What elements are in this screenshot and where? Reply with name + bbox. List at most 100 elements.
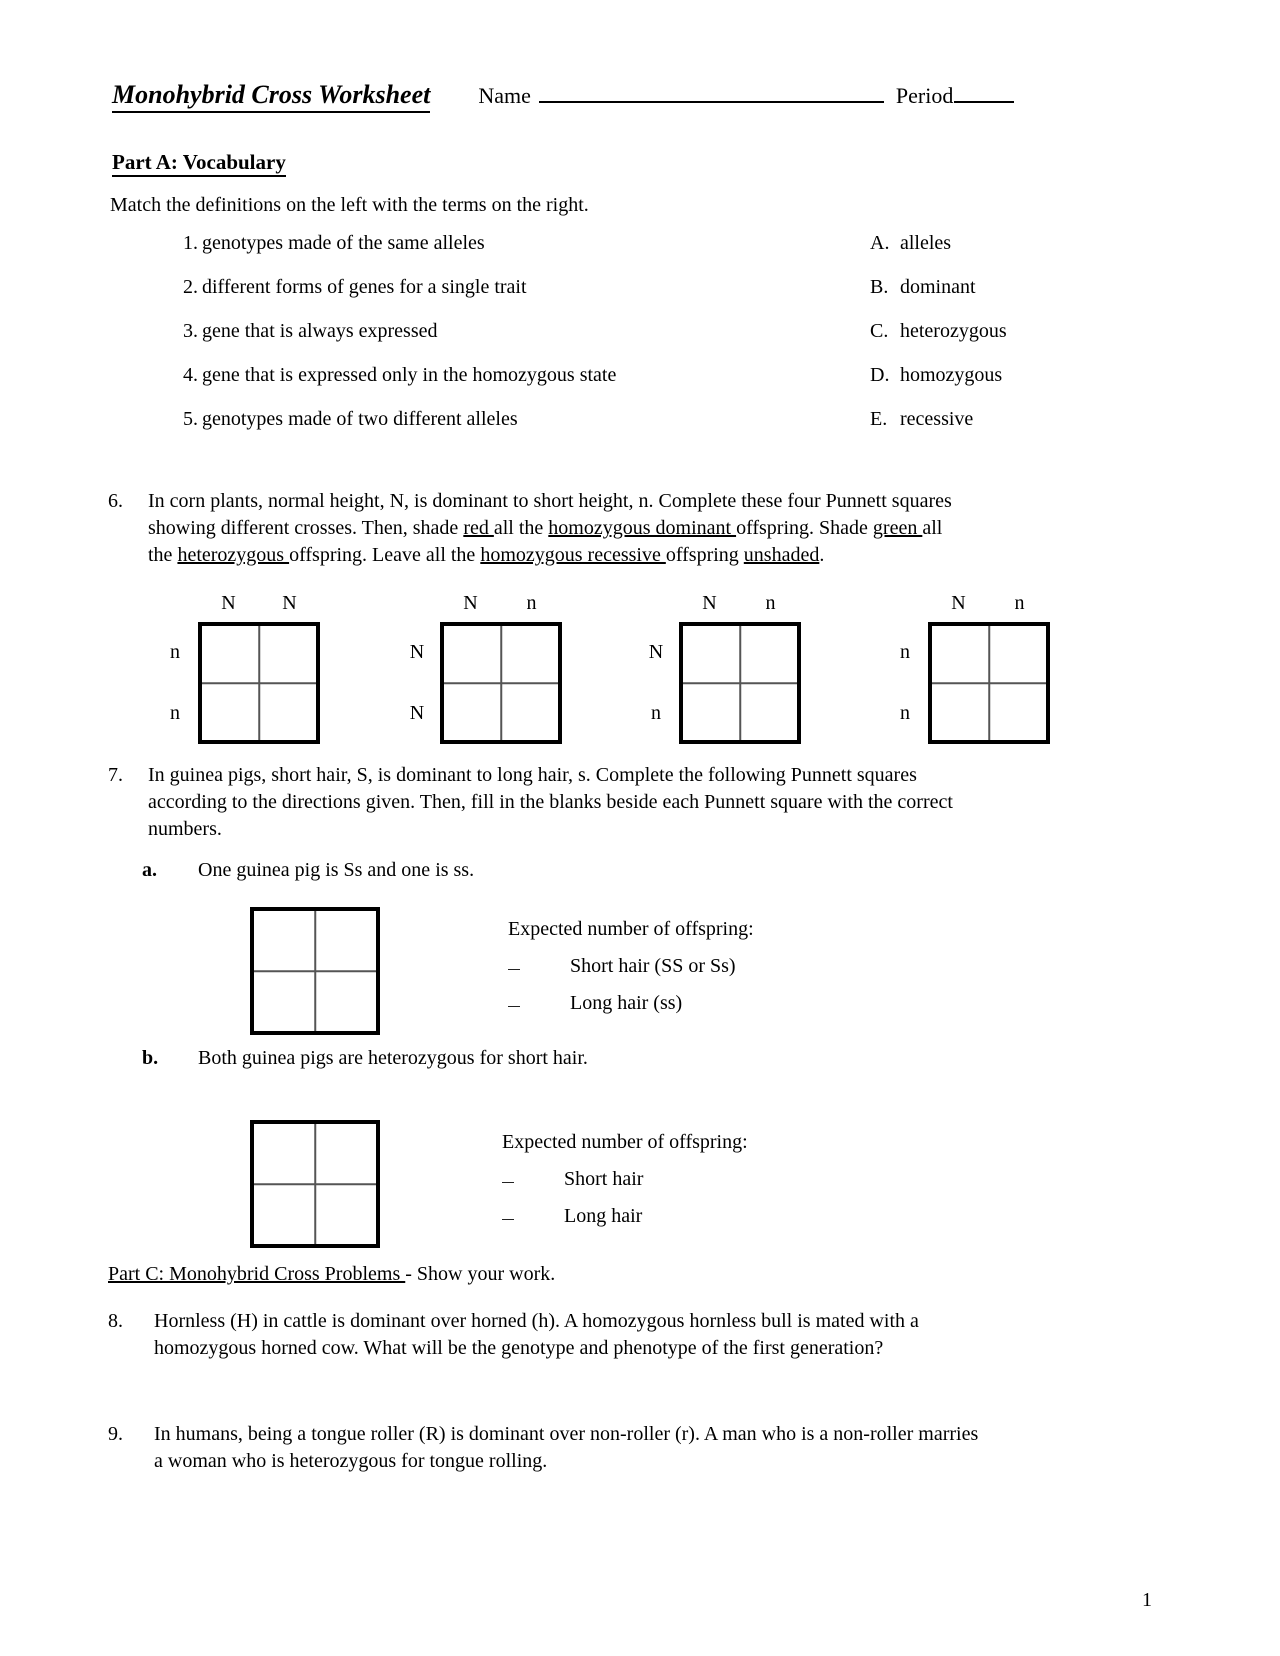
vocab-letter: E. [870, 408, 888, 430]
question-7a-text: One guinea pig is Ss and one is ss. [198, 859, 475, 881]
punnett-square-6-4[interactable]: N n n n [900, 592, 1050, 744]
punnett-column-labels: N N [198, 592, 320, 615]
q6-text-b: all the [493, 517, 549, 539]
question-6-body: In corn plants, normal height, N, is dom… [148, 488, 1108, 569]
punnett-column-labels: N n [679, 592, 801, 615]
expected-offspring-title: Expected number of offspring: [502, 1131, 748, 1153]
part-a-instruction: Match the definitions on the left with t… [110, 194, 589, 216]
question-8-body: Hornless (H) in cattle is dominant over … [154, 1308, 1118, 1362]
vocab-definition: genotypes made of the same alleles [202, 232, 485, 254]
expected-offspring-title: Expected number of offspring: [508, 918, 754, 940]
punnett-row-label: n [651, 702, 661, 724]
vocab-definition: different forms of genes for a single tr… [202, 276, 527, 298]
punnett-col-label: n [1014, 592, 1025, 614]
q6-text-g: offspring [665, 544, 744, 566]
vocab-term: heterozygous [900, 320, 1007, 342]
period-label: Period [895, 83, 954, 108]
blank-line[interactable] [508, 969, 520, 970]
punnett-col-label: n [765, 592, 776, 614]
q6-underline-homozygous-dominant: homozygous dominant [548, 517, 737, 539]
punnett-square-6-2[interactable]: N n N N [410, 592, 562, 744]
punnett-grid[interactable] [928, 622, 1050, 744]
punnett-row-labels: n n [892, 622, 918, 744]
question-8: 8. Hornless (H) in cattle is dominant ov… [108, 1308, 1118, 1362]
punnett-col-label: N [702, 592, 717, 614]
punnett-square-7b[interactable] [250, 1120, 380, 1248]
name-blank-line[interactable] [538, 81, 884, 103]
vocab-number: 3. [183, 320, 198, 342]
punnett-square-6-3[interactable]: N n N n [649, 592, 801, 744]
vocab-letter: C. [870, 320, 889, 342]
page-number: 1 [1142, 1589, 1152, 1611]
punnett-grid[interactable] [679, 622, 801, 744]
name-label: Name [478, 83, 531, 108]
question-7-body: In guinea pigs, short hair, S, is domina… [148, 762, 1108, 843]
q6-text-d: all [922, 517, 943, 539]
expected-offspring-label: Long hair (ss) [570, 992, 683, 1014]
vocabulary-match-list: 1. genotypes made of the same alleles A.… [170, 232, 1110, 452]
punnett-column-labels: N n [440, 592, 562, 615]
expected-offspring-label: Short hair [564, 1168, 644, 1190]
vocab-number: 1. [183, 232, 198, 254]
punnett-row-labels: n n [162, 622, 188, 744]
punnett-row-labels: N N [404, 622, 430, 744]
punnett-grid[interactable] [250, 907, 380, 1035]
part-c-heading-rest: - Show your work. [405, 1263, 556, 1285]
blank-line[interactable] [508, 1006, 520, 1007]
punnett-column-labels: N n [928, 592, 1050, 615]
vocab-row: 3. gene that is always expressed C. hete… [170, 320, 1110, 364]
punnett-row-label: n [170, 641, 180, 663]
punnett-grid[interactable] [198, 622, 320, 744]
q6-underline-red: red [463, 517, 494, 539]
vocab-row: 4. gene that is expressed only in the ho… [170, 364, 1110, 408]
question-9-line-2: a woman who is heterozygous for tongue r… [154, 1450, 548, 1472]
vocab-term: dominant [900, 276, 976, 298]
question-9-line-1: In humans, being a tongue roller (R) is … [154, 1423, 979, 1445]
expected-offspring-row: Short hair [502, 1168, 748, 1191]
question-9: 9. In humans, being a tongue roller (R) … [108, 1421, 1128, 1475]
question-6-line-2: showing different crosses. Then, shade r… [148, 515, 1108, 542]
question-8-number: 8. [108, 1310, 123, 1332]
question-6-line-1: In corn plants, normal height, N, is dom… [148, 490, 952, 512]
period-blank-line[interactable] [954, 83, 1015, 103]
punnett-square-7a[interactable] [250, 907, 380, 1035]
punnett-square-6-1[interactable]: N N n n [170, 592, 320, 744]
punnett-col-label: n [526, 592, 537, 614]
punnett-grid[interactable] [250, 1120, 380, 1248]
document-header: Monohybrid Cross Worksheet Name Period [112, 80, 1112, 113]
q6-text-a: showing different crosses. Then, shade [148, 517, 464, 539]
page-title: Monohybrid Cross Worksheet [112, 80, 431, 113]
punnett-col-label: N [463, 592, 478, 614]
blank-line[interactable] [502, 1219, 514, 1220]
expected-offspring-row: Long hair [502, 1205, 748, 1228]
question-7: 7. In guinea pigs, short hair, S, is dom… [108, 762, 1108, 843]
question-8-line-1: Hornless (H) in cattle is dominant over … [154, 1310, 919, 1332]
punnett-row-label: N [409, 702, 425, 724]
punnett-col-label: N [951, 592, 966, 614]
vocab-number: 2. [183, 276, 198, 298]
question-6-number: 6. [108, 490, 123, 512]
worksheet-page: Monohybrid Cross Worksheet Name Period P… [0, 0, 1280, 1656]
question-6: 6. In corn plants, normal height, N, is … [108, 488, 1108, 569]
q6-text-c: offspring. Shade [736, 517, 873, 539]
part-c-heading-underlined: Part C: Monohybrid Cross Problems [108, 1263, 406, 1285]
punnett-row-label: n [900, 702, 910, 724]
question-9-number: 9. [108, 1423, 123, 1445]
question-8-line-2: homozygous horned cow. What will be the … [154, 1337, 884, 1359]
vocab-row: 2. different forms of genes for a single… [170, 276, 1110, 320]
expected-offspring-row: Short hair (SS or Ss) [508, 955, 754, 978]
question-7b-text: Both guinea pigs are heterozygous for sh… [198, 1047, 588, 1069]
punnett-grid[interactable] [440, 622, 562, 744]
q6-underline-unshaded: unshaded [743, 544, 820, 566]
question-6-line-3: the heterozygous offspring. Leave all th… [148, 542, 1108, 569]
question-7-line-1: In guinea pigs, short hair, S, is domina… [148, 764, 917, 786]
q6-text-f: offspring. Leave all the [289, 544, 481, 566]
question-7-line-2: according to the directions given. Then,… [148, 791, 953, 813]
vocab-definition: genotypes made of two different alleles [202, 408, 518, 430]
blank-line[interactable] [502, 1182, 514, 1183]
vocab-number: 5. [183, 408, 198, 430]
question-7-line-3: numbers. [148, 818, 222, 840]
expected-offspring-7a: Expected number of offspring: Short hair… [508, 918, 754, 1015]
vocab-definition: gene that is always expressed [202, 320, 438, 342]
q6-underline-homozygous-recessive: homozygous recessive [480, 544, 666, 566]
